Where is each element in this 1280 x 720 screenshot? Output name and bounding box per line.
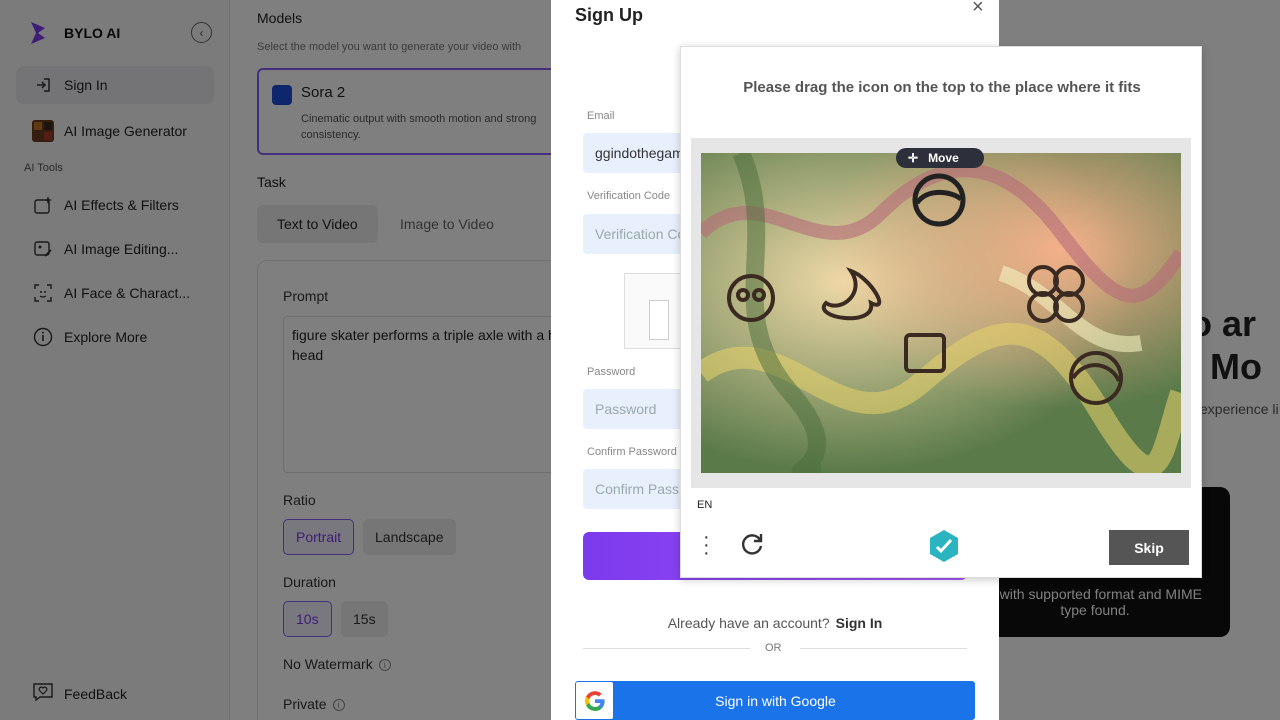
google-icon [576, 682, 613, 719]
or-divider-label: OR [765, 642, 782, 654]
close-icon[interactable]: × [972, 0, 984, 19]
divider [800, 648, 967, 649]
google-signin-label: Sign in with Google [715, 692, 836, 709]
google-signin-button[interactable]: Sign in with Google [575, 681, 975, 720]
signup-title: Sign Up [575, 5, 643, 25]
captcha-provider-logo-icon [927, 529, 961, 568]
captcha-widget: Please drag the icon on the top to the p… [680, 46, 1202, 578]
confirm-password-label: Confirm Password [587, 446, 677, 458]
captcha-instruction: Please drag the icon on the top to the p… [743, 79, 1141, 96]
divider [583, 648, 750, 649]
have-account-row: Already have an account? Sign In [551, 615, 999, 631]
have-account-text: Already have an account? [667, 615, 830, 631]
sign-in-link[interactable]: Sign In [836, 615, 883, 631]
verification-code-widget[interactable] [624, 273, 684, 349]
captcha-frame: ✛ Move [691, 138, 1191, 488]
password-label: Password [587, 366, 636, 378]
skip-button[interactable]: Skip [1109, 530, 1189, 565]
language-selector[interactable]: EN [697, 499, 712, 511]
move-arrows-icon: ✛ [908, 151, 919, 165]
move-handle[interactable]: ✛ Move [896, 148, 984, 168]
verification-code-label: Verification Code [587, 190, 671, 202]
email-label: Email [587, 110, 615, 122]
reload-icon[interactable] [739, 532, 765, 563]
move-label: Move [928, 151, 959, 165]
more-options-icon[interactable]: · · · [703, 527, 710, 563]
